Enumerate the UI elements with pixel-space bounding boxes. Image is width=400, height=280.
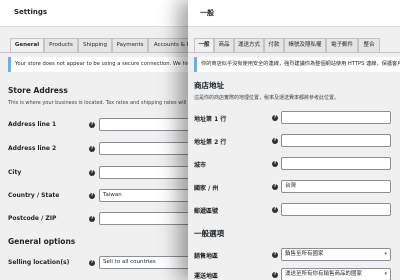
help-icon: ? [89, 216, 95, 222]
selling-location-select[interactable]: 銷售至所有國家 ▾ [281, 248, 391, 261]
tab-accounts-privacy[interactable]: 帳號及隱私權 [284, 38, 326, 52]
tab-emails[interactable]: 電子郵件 [326, 38, 358, 52]
help-icon: ? [89, 170, 95, 176]
tab-payments[interactable]: Payments [112, 38, 148, 52]
store-address-description: This is where your business is located. … [8, 100, 201, 106]
tab-integration[interactable]: 整合 [358, 38, 380, 52]
tab-general[interactable]: 一般 [194, 38, 214, 52]
country-state-label: Country / State [8, 192, 60, 199]
address-line-1-input[interactable] [281, 111, 391, 124]
country-state-value: 台灣 [285, 183, 297, 189]
help-icon: ? [89, 146, 95, 152]
help-icon: ? [272, 184, 278, 190]
tabs-divider [188, 52, 400, 53]
postcode-input[interactable] [281, 203, 391, 216]
help-icon: ? [272, 161, 278, 167]
general-options-heading: 一般選項 [194, 229, 224, 238]
page-title: Settings [14, 8, 48, 16]
store-address-description: 這是你的商店實際的地理位置，稅率及運送費率都將參考此位置。 [194, 95, 340, 101]
shipping-location-select[interactable]: 運送至所有你有銷售商品的國家 ▾ [281, 268, 391, 280]
tab-products[interactable]: 商品 [214, 38, 234, 52]
selling-location-label: Selling location(s) [8, 259, 70, 266]
help-icon: ? [272, 115, 278, 121]
tab-shipping[interactable]: Shipping [78, 38, 112, 52]
city-label: City [8, 169, 22, 176]
tab-shipping[interactable]: 運送方式 [234, 38, 264, 52]
tab-general[interactable]: General [10, 38, 44, 52]
chevron-down-icon: ▾ [384, 251, 387, 257]
city-input[interactable] [281, 157, 391, 170]
shipping-location-label: 運送地區 [194, 273, 219, 280]
address-line-1-label: 地址第 1 行 [194, 116, 227, 123]
selling-location-value: Sell to all countries [103, 259, 156, 265]
page-title: 一般 [200, 9, 214, 17]
tab-products[interactable]: Products [44, 38, 78, 52]
address-line-2-label: 地址第 2 行 [194, 139, 227, 146]
country-state-select[interactable]: 台灣 [281, 180, 391, 193]
address-line-2-input[interactable] [281, 134, 391, 147]
help-icon: ? [272, 138, 278, 144]
security-notice: Your store does not appear to be using a… [8, 57, 205, 72]
chinese-settings-pane: 一般 一般 商品 運送方式 付款 帳號及隱私權 電子郵件 整合 你的商店似乎沒有… [188, 0, 400, 280]
country-state-value: Taiwan [103, 192, 122, 198]
help-icon: ? [272, 207, 278, 213]
store-address-heading: Store Address [8, 86, 68, 95]
help-icon: ? [89, 122, 95, 128]
selling-location-value: 銷售至所有國家 [285, 251, 324, 257]
city-label: 城市 [194, 162, 207, 169]
help-icon: ? [272, 272, 278, 278]
postcode-label: 郵遞區號 [194, 208, 219, 215]
selling-location-label: 銷售地區 [194, 253, 219, 260]
help-icon: ? [89, 193, 95, 199]
postcode-label: Postcode / ZIP [8, 215, 57, 222]
address-line-2-label: Address line 2 [8, 145, 57, 152]
general-options-heading: General options [8, 237, 76, 246]
tabs-divider [0, 52, 215, 53]
security-notice: 你的商店似乎沒有使用安全的連線，強烈建議你為整個網站使用 HTTPS 連線，保護… [194, 57, 400, 72]
address-line-1-label: Address line 1 [8, 121, 57, 128]
tab-payments[interactable]: 付款 [264, 38, 284, 52]
country-state-label: 國家 / 州 [194, 185, 219, 192]
store-address-heading: 商店地址 [194, 81, 224, 90]
english-settings-pane: Settings General Products Shipping Payme… [0, 0, 215, 280]
admin-header-bar: Settings [0, 0, 215, 27]
help-icon: ? [89, 260, 95, 266]
admin-header-bar: 一般 [188, 0, 400, 27]
shipping-location-value: 運送至所有你有銷售商品的國家 [285, 271, 363, 277]
help-icon: ? [272, 252, 278, 258]
chevron-down-icon: ▾ [384, 271, 387, 277]
